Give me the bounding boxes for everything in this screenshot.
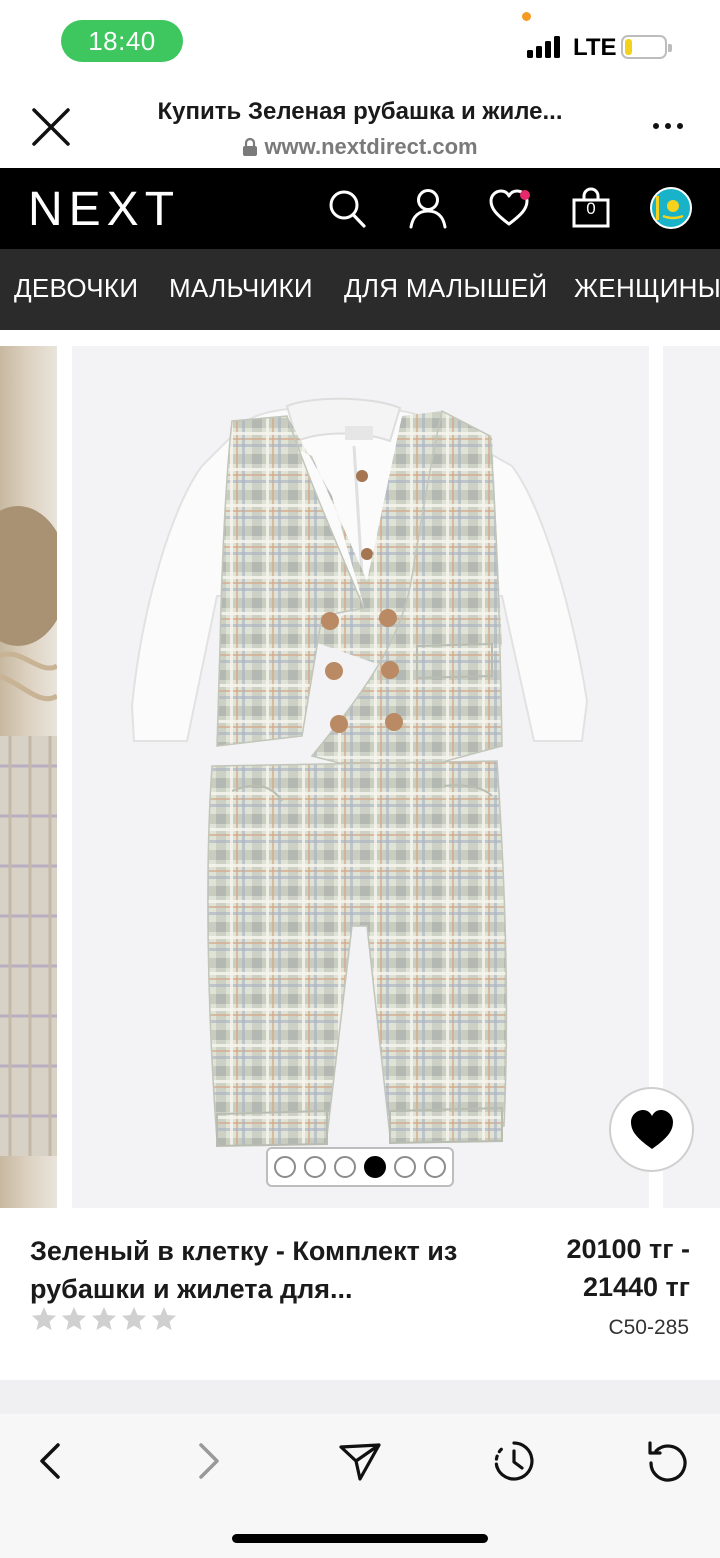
status-time: 18:40	[61, 20, 183, 62]
reload-icon[interactable]	[646, 1439, 690, 1483]
product-info: Зеленый в клетку - Комплект из рубашки и…	[0, 1220, 720, 1380]
carousel-dot[interactable]	[394, 1156, 416, 1178]
lock-icon	[243, 137, 258, 156]
back-icon[interactable]	[30, 1439, 74, 1483]
search-icon[interactable]	[326, 186, 368, 230]
category-item-girls[interactable]: ДЕВОЧКИ	[14, 273, 138, 304]
signal-icon	[527, 36, 563, 58]
add-to-favourites-button[interactable]	[609, 1087, 694, 1172]
carousel-dot[interactable]	[274, 1156, 296, 1178]
favourites-badge-dot	[520, 190, 530, 200]
rating-stars	[31, 1306, 177, 1332]
network-label: LTE	[573, 34, 617, 61]
battery-icon	[621, 35, 672, 59]
divider	[0, 1380, 720, 1414]
history-icon[interactable]	[492, 1439, 536, 1483]
category-item-women[interactable]: ЖЕНЩИНЫ	[574, 273, 720, 304]
product-sku: C50-285	[608, 1316, 689, 1339]
product-name[interactable]: Зеленый в клетку - Комплект из рубашки и…	[30, 1232, 500, 1308]
product-image[interactable]	[72, 346, 649, 1208]
more-options-icon[interactable]	[652, 120, 684, 132]
product-price: 20100 тг - 21440 тг	[490, 1230, 690, 1306]
address-bar[interactable]: www.nextdirect.com	[100, 134, 620, 160]
mic-indicator-dot	[522, 12, 531, 21]
price-to: 21440 тг	[582, 1272, 690, 1302]
bag-count: 0	[586, 199, 596, 218]
forward-icon[interactable]	[185, 1439, 229, 1483]
product-carousel[interactable]	[0, 330, 720, 1220]
carousel-dot[interactable]	[334, 1156, 356, 1178]
category-item-babies[interactable]: ДЛЯ МАЛЫШЕЙ	[344, 273, 547, 304]
star-icon	[122, 1307, 146, 1330]
close-icon[interactable]	[30, 106, 72, 148]
home-indicator	[232, 1534, 488, 1543]
price-from: 20100 тг -	[566, 1234, 690, 1264]
star-icon	[92, 1307, 116, 1330]
star-icon	[152, 1307, 176, 1330]
next-logo[interactable]: NEXT	[28, 182, 180, 237]
star-icon	[62, 1307, 86, 1330]
star-icon	[32, 1307, 56, 1330]
url-text: www.nextdirect.com	[264, 134, 478, 159]
carousel-dot[interactable]	[304, 1156, 326, 1178]
carousel-pagination	[266, 1147, 454, 1187]
browser-toolbar	[0, 1414, 720, 1558]
category-item-boys[interactable]: МАЛЬЧИКИ	[169, 273, 313, 304]
account-icon[interactable]	[407, 186, 449, 230]
site-header: NEXT	[0, 168, 720, 249]
carousel-dot[interactable]	[424, 1156, 446, 1178]
heart-icon	[630, 1109, 673, 1149]
kazakhstan-flag-icon[interactable]	[649, 186, 693, 230]
previous-slide-image[interactable]	[0, 346, 57, 1208]
status-bar: 18:40 LTE	[0, 0, 720, 84]
category-nav: ДЕВОЧКИ МАЛЬЧИКИ ДЛЯ МАЛЫШЕЙ ЖЕНЩИНЫ	[0, 249, 720, 330]
browser-header: Купить Зеленая рубашка и жиле... www.nex…	[0, 84, 720, 168]
next-slide-image[interactable]	[663, 346, 720, 1208]
carousel-dot-active[interactable]	[364, 1156, 386, 1178]
share-icon[interactable]	[338, 1439, 382, 1483]
page-title: Купить Зеленая рубашка и жиле...	[157, 98, 563, 125]
